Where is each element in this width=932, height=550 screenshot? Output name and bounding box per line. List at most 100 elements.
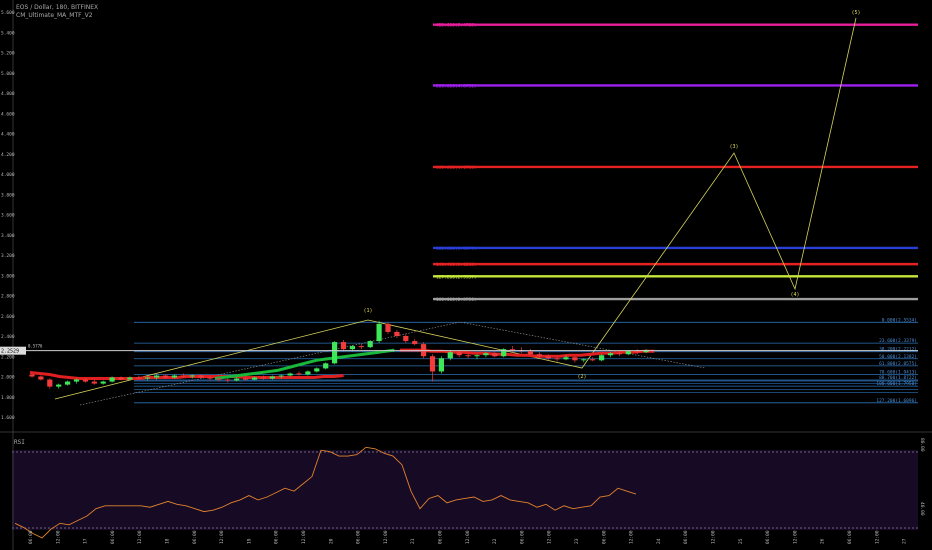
time-tick-label: 12:00 (711, 530, 717, 544)
fib-extension-label: 161.800(3.3379) (436, 246, 477, 252)
candle-body (100, 381, 106, 384)
candle-body (296, 373, 302, 375)
price-tick-label: 3.800 (1, 192, 15, 198)
candle-body (412, 341, 418, 345)
fib-extension-label: 423.600(5.4735) (436, 23, 477, 29)
fib-retracement-label: 23.600(2.3379) (879, 338, 917, 344)
candle-body (634, 351, 640, 353)
price-tick-label: 2.000 (1, 375, 15, 381)
candle-body (429, 356, 436, 372)
candle-body (625, 351, 631, 355)
rsi-axis-bottom: 40.00 (919, 502, 925, 516)
price-tick-label: 1.600 (1, 415, 15, 421)
wave-label: (4) (790, 292, 799, 298)
wave-label: (5) (851, 10, 860, 16)
time-tick-label: 20 (328, 538, 334, 544)
time-tick-label: 06:00 (847, 530, 853, 544)
time-tick-label: 12:00 (301, 530, 307, 544)
time-tick-label: 12:00 (629, 530, 635, 544)
candle-body (572, 357, 578, 361)
elliott-wave-path (54, 17, 857, 400)
price-tag-label: 0.5776 (28, 344, 43, 349)
fib-retracement-label: 0.000(2.5534) (882, 317, 917, 323)
candle-body (29, 374, 35, 377)
wave-label: (1) (363, 308, 372, 314)
time-tick-label: 18 (165, 538, 171, 544)
time-tick-label: 12:00 (219, 530, 225, 544)
fib-extension-label: 161.800(4.1736) (436, 165, 477, 171)
price-tick-label: 3.400 (1, 233, 15, 239)
candle-body (421, 344, 427, 357)
candle-body (447, 352, 453, 359)
candle-body (483, 353, 489, 356)
candle-body (47, 379, 53, 387)
candle-body (456, 352, 462, 356)
candle-body (260, 377, 266, 379)
candle-body (171, 375, 177, 378)
candle-body (269, 376, 275, 379)
time-tick-label: 23 (574, 538, 580, 544)
price-tick-label: 3.200 (1, 253, 15, 259)
candle-body (340, 342, 347, 350)
fib-retracement-label: 61.800(2.0575) (879, 361, 917, 367)
candle-body (162, 375, 169, 378)
candle-body (207, 377, 213, 379)
candle-body (118, 377, 124, 380)
price-tick-label: 2.200 (1, 354, 15, 360)
time-tick-label: 12:00 (55, 530, 61, 544)
fib-retracement-label: 78.600(1.9413) (879, 369, 917, 375)
time-tick-label: 06:00 (356, 530, 362, 544)
time-tick-label: 25 (738, 538, 744, 544)
price-tick-label: 5.000 (1, 71, 15, 77)
candle-body (394, 331, 400, 336)
fib-extension-label: 141.400(3.1202) (436, 262, 477, 268)
price-tick-label: 4.200 (1, 152, 15, 158)
time-tick-label: 12:00 (383, 530, 389, 544)
candle-body (581, 359, 587, 361)
moving-average-red (29, 370, 344, 381)
price-tick-label: 5.200 (1, 51, 15, 57)
candle-body (225, 379, 231, 381)
price-tick-label: 3.600 (1, 213, 15, 219)
price-chart[interactable]: RSI 0.000(2.5534) 23.600(2.3379) 38.200(2.… (0, 0, 932, 550)
wave-label: (3) (729, 144, 738, 150)
candle-body (287, 373, 293, 376)
price-tick-label: 5.600 (1, 10, 15, 16)
candle-body (510, 349, 516, 351)
fib-retracement-label: 88.700(1.8722) (879, 375, 917, 381)
price-tick-label: 5.400 (1, 30, 15, 36)
fib-retracement-label: 38.200(2.2212) (879, 347, 917, 353)
candle-body (527, 351, 533, 355)
current-price-label: 2.2529 (1, 349, 19, 355)
candle-body (73, 379, 80, 382)
fib-extension-label: 127.200(2.9937) (436, 274, 477, 280)
candle-body (385, 323, 391, 332)
fib-extension-label: 261.800(4.8731) (436, 83, 477, 89)
time-tick-label: 06:00 (110, 530, 116, 544)
candle-body (216, 378, 222, 380)
candle-body (56, 384, 62, 387)
candle-body (492, 353, 498, 357)
time-tick-label: 12:00 (547, 530, 553, 544)
candle-body (38, 376, 44, 380)
candle-body (314, 368, 320, 372)
candle-body (243, 378, 249, 380)
fib-retracement-label: 100.000(1.7950) (876, 381, 917, 387)
candle-body (599, 355, 605, 361)
price-tick-label: 4.600 (1, 111, 15, 117)
candle-body (438, 358, 444, 372)
candle-body (474, 355, 480, 357)
time-tick-label: 06:00 (28, 530, 34, 544)
candle-body (154, 375, 160, 378)
candle-body (563, 357, 569, 360)
candle-body (376, 323, 382, 342)
price-tick-label: 2.400 (1, 334, 15, 340)
time-tick-label: 21 (410, 538, 416, 544)
fib-retracement-label: 50.000(2.1382) (879, 354, 917, 360)
price-tick-label: 1.800 (1, 395, 15, 401)
candle-body (536, 354, 542, 357)
time-tick-label: 12:00 (792, 530, 798, 544)
candle-body (323, 363, 329, 369)
time-tick-label: 06:00 (274, 530, 280, 544)
time-tick-label: 12:00 (465, 530, 471, 544)
